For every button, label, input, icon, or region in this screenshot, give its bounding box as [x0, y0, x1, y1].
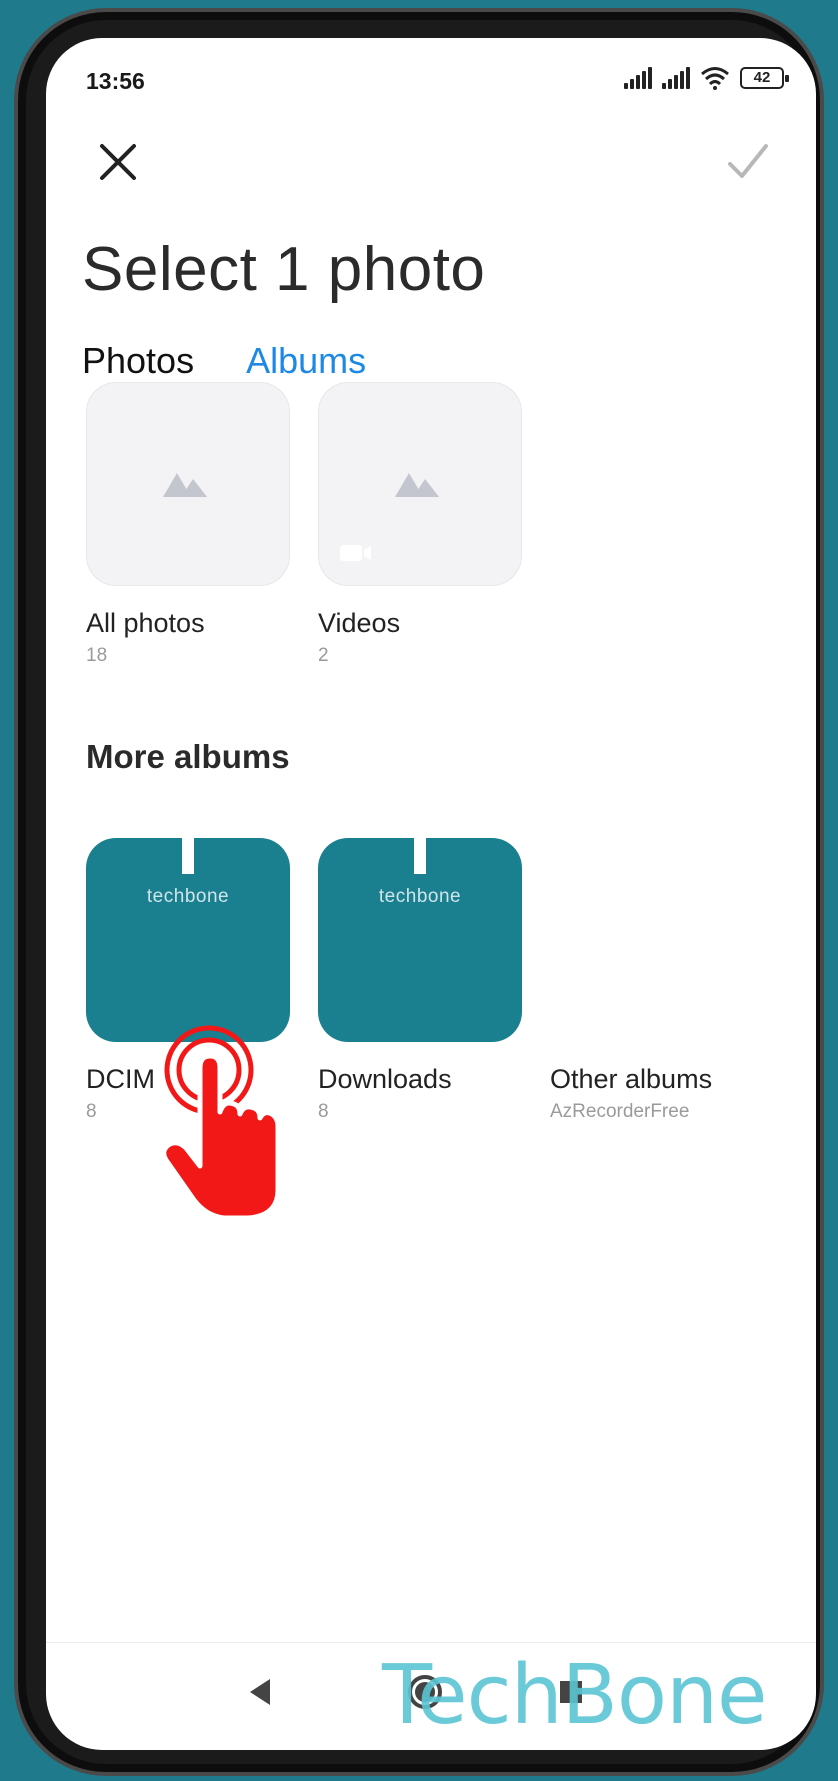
- close-icon[interactable]: [90, 134, 146, 190]
- album-name: All photos: [86, 608, 205, 638]
- status-time: 13:56: [86, 68, 145, 94]
- album-thumbnail[interactable]: [550, 838, 754, 1042]
- screen: 13:56 42 Select 1 photo Photos Albums Al…: [46, 38, 816, 1750]
- album-count: 8: [318, 1101, 329, 1122]
- album-count: 2: [318, 645, 329, 666]
- album-name: Videos: [318, 608, 401, 638]
- album-other-albums[interactable]: Other albums AzRecorderFree: [550, 838, 754, 1123]
- album-thumbnail[interactable]: [86, 382, 290, 586]
- album-name: Downloads: [318, 1064, 452, 1094]
- album-all-photos[interactable]: All photos 18: [86, 382, 290, 667]
- thumbnail-tab-mark: [182, 838, 194, 874]
- album-thumbnail[interactable]: [318, 382, 522, 586]
- tab-bar: Photos Albums: [82, 340, 366, 382]
- wifi-icon: [701, 67, 729, 90]
- tab-photos[interactable]: Photos: [82, 340, 194, 382]
- status-icons: 42: [624, 66, 789, 90]
- tab-albums[interactable]: Albums: [246, 340, 366, 382]
- album-count: 18: [86, 645, 108, 666]
- confirm-check-icon[interactable]: [720, 134, 776, 190]
- signal-icon-2: [662, 67, 690, 89]
- album-thumbnail[interactable]: techbone: [86, 838, 290, 1042]
- watermark: TechBone: [382, 1648, 768, 1743]
- album-downloads[interactable]: techbone Downloads 8: [318, 838, 522, 1123]
- video-camera-icon: [340, 545, 371, 561]
- album-name: Other albums: [550, 1064, 713, 1094]
- album-videos[interactable]: Videos 2: [318, 382, 522, 667]
- image-placeholder-icon: [163, 473, 207, 497]
- album-count: AzRecorderFree: [550, 1101, 690, 1122]
- signal-icon: [624, 67, 652, 89]
- album-thumbnail[interactable]: techbone: [318, 838, 522, 1042]
- back-icon[interactable]: [246, 1677, 274, 1707]
- section-heading-more-albums: More albums: [86, 738, 290, 775]
- battery-icon: 42: [740, 67, 789, 89]
- thumbnail-tab-mark: [414, 838, 426, 874]
- thumbnail-logo-text: techbone: [378, 886, 462, 907]
- page-title: Select 1 photo: [82, 235, 486, 304]
- image-placeholder-icon: [395, 473, 439, 497]
- tap-hand-icon: [164, 1025, 281, 1220]
- thumbnail-logo-text: techbone: [146, 886, 230, 907]
